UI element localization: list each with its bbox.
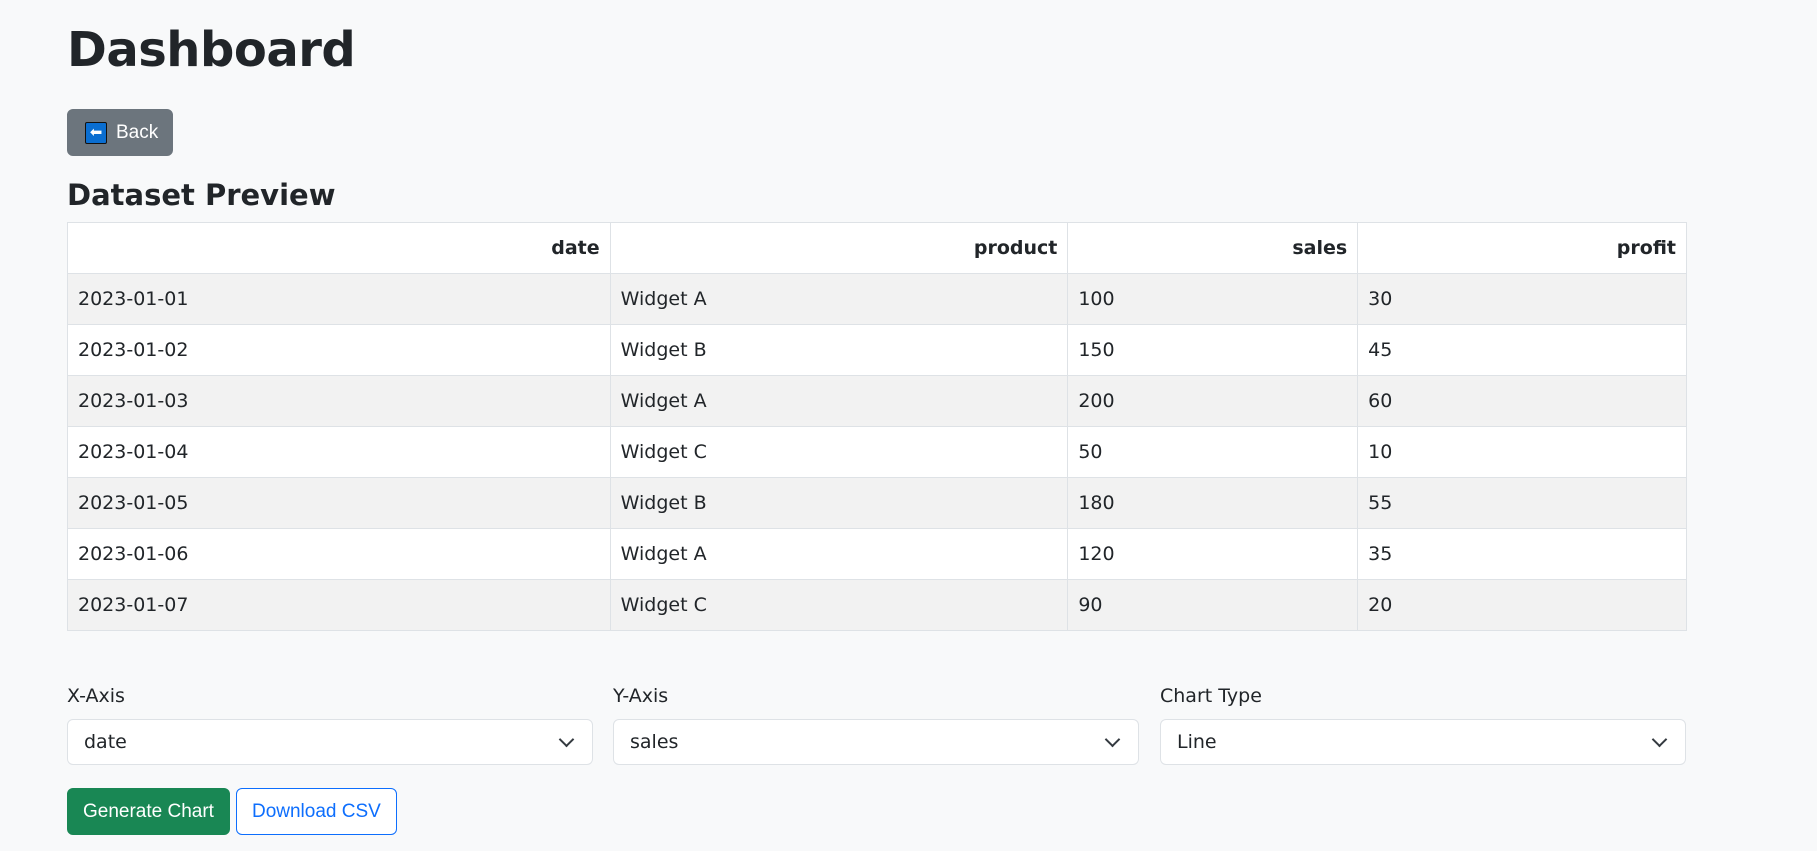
table-cell: 30 <box>1357 273 1687 325</box>
table-row: 2023-01-02 Widget B 150 45 <box>67 324 1687 376</box>
table-cell: 20 <box>1357 579 1687 631</box>
dataset-preview-table: date product sales profit 2023-01-01 Wid… <box>67 222 1687 631</box>
left-arrow-icon: ⬅ <box>85 121 107 144</box>
table-row: 2023-01-06 Widget A 120 35 <box>67 528 1687 580</box>
chevron-down-icon <box>1651 731 1668 747</box>
table-cell: 2023-01-05 <box>67 477 611 529</box>
table-cell: 180 <box>1067 477 1359 529</box>
table-row: 2023-01-03 Widget A 200 60 <box>67 375 1687 427</box>
table-row: 2023-01-04 Widget C 50 10 <box>67 426 1687 478</box>
table-cell: 100 <box>1067 273 1359 325</box>
table-cell: 90 <box>1067 579 1359 631</box>
x-axis-label: X-Axis <box>67 685 125 707</box>
table-cell: 2023-01-02 <box>67 324 611 376</box>
table-cell: 150 <box>1067 324 1359 376</box>
dataset-preview-title: Dataset Preview <box>67 178 336 212</box>
action-buttons: Generate Chart Download CSV <box>67 788 397 835</box>
table-cell: 120 <box>1067 528 1359 580</box>
table-row: 2023-01-01 Widget A 100 30 <box>67 273 1687 325</box>
table-cell: Widget A <box>609 528 1069 580</box>
chart-type-label: Chart Type <box>1160 685 1262 707</box>
column-header-product: product <box>609 222 1069 274</box>
y-axis-select[interactable]: sales <box>613 719 1139 765</box>
table-cell: 35 <box>1357 528 1687 580</box>
y-axis-label: Y-Axis <box>613 685 669 707</box>
table-cell: 2023-01-07 <box>67 579 611 631</box>
table-header-row: date product sales profit <box>67 222 1687 274</box>
chevron-down-icon <box>1104 731 1121 747</box>
x-axis-selected-value: date <box>84 731 127 753</box>
y-axis-field: Y-Axis sales <box>613 683 1139 765</box>
column-header-sales: sales <box>1067 222 1359 274</box>
table-cell: 200 <box>1067 375 1359 427</box>
table-cell: 55 <box>1357 477 1687 529</box>
page-title: Dashboard <box>67 22 356 78</box>
chart-type-selected-value: Line <box>1177 731 1217 753</box>
table-cell: 45 <box>1357 324 1687 376</box>
table-cell: 2023-01-04 <box>67 426 611 478</box>
y-axis-selected-value: sales <box>630 731 679 753</box>
back-button-label: Back <box>116 121 159 143</box>
table-cell: Widget A <box>609 375 1069 427</box>
chevron-down-icon <box>558 731 575 747</box>
table-cell: 50 <box>1067 426 1359 478</box>
table-cell: 2023-01-03 <box>67 375 611 427</box>
table-cell: Widget B <box>609 477 1069 529</box>
table-row: 2023-01-07 Widget C 90 20 <box>67 579 1687 631</box>
table-cell: 60 <box>1357 375 1687 427</box>
table-row: 2023-01-05 Widget B 180 55 <box>67 477 1687 529</box>
chart-type-field: Chart Type Line <box>1160 683 1686 765</box>
table-cell: 2023-01-01 <box>67 273 611 325</box>
column-header-date: date <box>67 222 611 274</box>
table-cell: Widget C <box>609 579 1069 631</box>
table-cell: Widget A <box>609 273 1069 325</box>
column-header-profit: profit <box>1357 222 1687 274</box>
download-csv-button[interactable]: Download CSV <box>235 788 397 835</box>
table-cell: 2023-01-06 <box>67 528 611 580</box>
table-cell: Widget C <box>609 426 1069 478</box>
chart-type-select[interactable]: Line <box>1160 719 1686 765</box>
back-button[interactable]: ⬅ Back <box>67 109 173 156</box>
x-axis-field: X-Axis date <box>67 683 593 765</box>
generate-chart-button[interactable]: Generate Chart <box>67 788 230 835</box>
x-axis-select[interactable]: date <box>67 719 593 765</box>
table-cell: Widget B <box>609 324 1069 376</box>
table-cell: 10 <box>1357 426 1687 478</box>
